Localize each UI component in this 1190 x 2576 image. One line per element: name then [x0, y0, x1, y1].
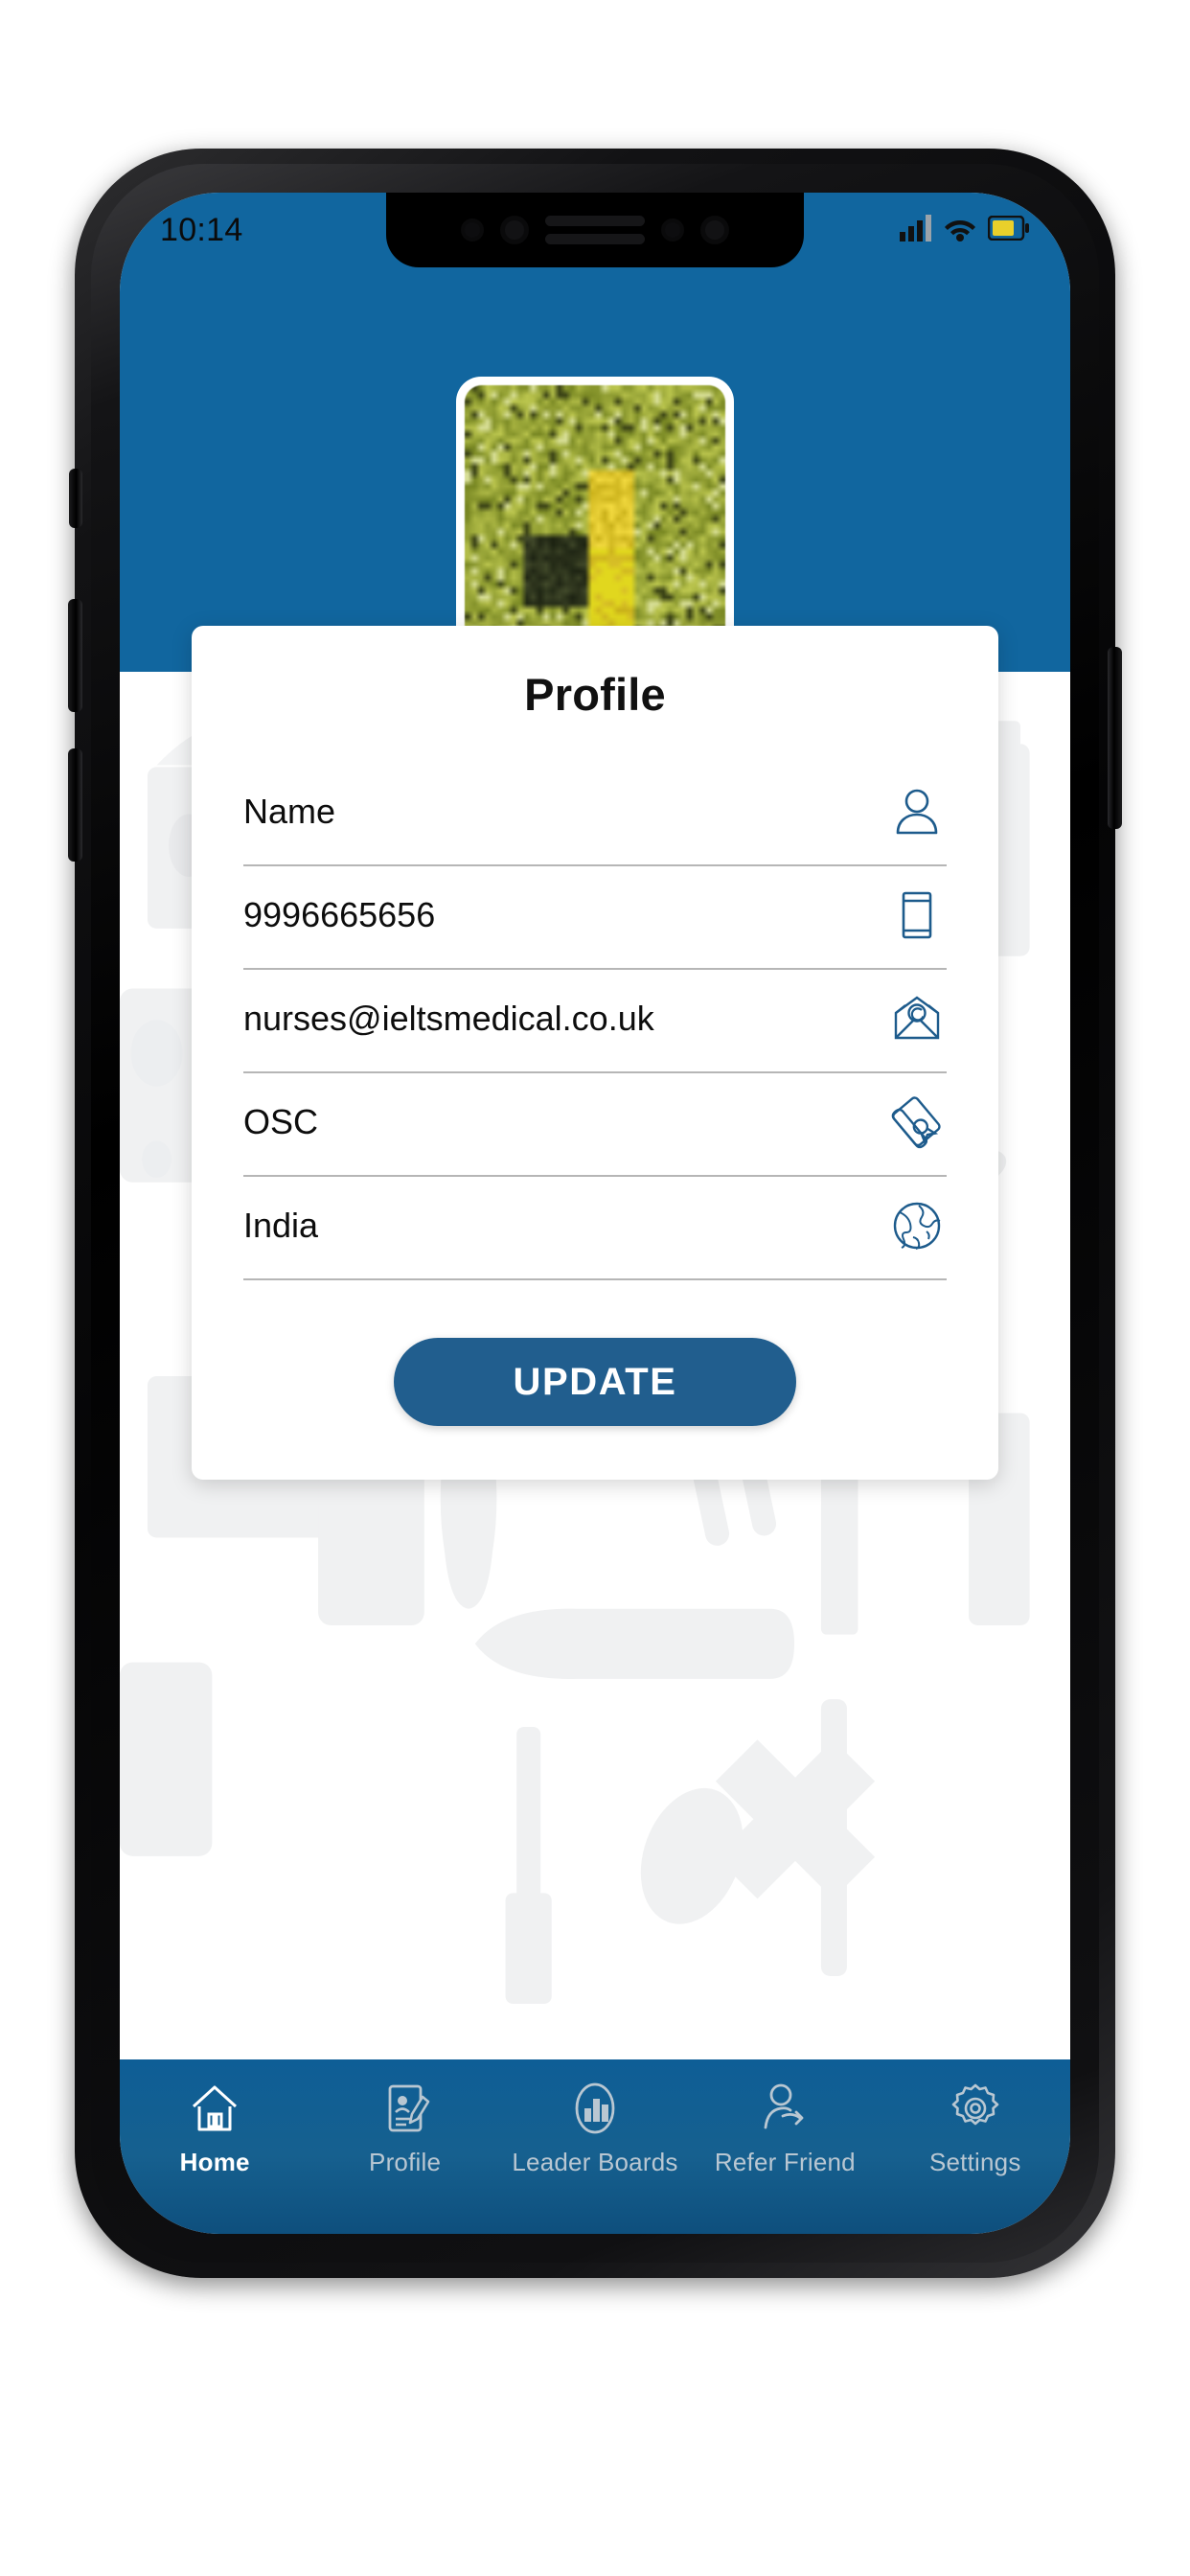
field-row-country[interactable]: India	[243, 1177, 947, 1280]
device-notch	[386, 193, 804, 267]
field-row-course[interactable]: OSC	[243, 1073, 947, 1177]
silent-switch-button[interactable]	[69, 469, 82, 528]
cellular-signal-icon	[900, 214, 932, 246]
status-bar-indicators	[900, 214, 1030, 246]
avatar[interactable]	[456, 377, 734, 655]
nav-label-home: Home	[179, 2148, 250, 2176]
bottom-navigation-bar: Home Profile Leader Boards Refer Friend …	[120, 2059, 1070, 2234]
proximity-sensor-icon	[461, 218, 484, 242]
field-row-name[interactable]: Name	[243, 763, 947, 866]
nav-label-profile: Profile	[369, 2148, 442, 2176]
refer-friend-icon	[758, 2081, 812, 2136]
front-camera-icon	[500, 216, 529, 244]
phone-bezel: 10:14 Profile Name 9996665656 nurses@iel…	[91, 164, 1099, 2263]
mobile-phone-icon	[887, 886, 947, 945]
nav-label-settings: Settings	[928, 2148, 1021, 2176]
profile-photo[interactable]	[465, 385, 725, 646]
battery-icon	[987, 215, 1030, 245]
earpiece-speaker	[545, 216, 645, 244]
globe-icon	[887, 1196, 947, 1255]
home-icon	[188, 2081, 241, 2136]
phone-screen-bed: 10:14 Profile Name 9996665656 nurses@iel…	[120, 193, 1070, 2234]
phone-device-frame: 10:14 Profile Name 9996665656 nurses@iel…	[68, 149, 1122, 2278]
nav-item-refer-friend[interactable]: Refer Friend	[690, 2081, 880, 2177]
update-button-container: UPDATE	[243, 1338, 947, 1426]
diploma-certificate-icon	[887, 1092, 947, 1152]
name-field-value[interactable]: Name	[243, 794, 335, 829]
nav-item-home[interactable]: Home	[120, 2081, 309, 2177]
nav-label-leader-boards: Leader Boards	[512, 2148, 678, 2176]
app-screen: 10:14 Profile Name 9996665656 nurses@iel…	[120, 193, 1070, 2234]
user-icon	[887, 782, 947, 841]
email-envelope-icon	[887, 989, 947, 1048]
field-row-phone[interactable]: 9996665656	[243, 866, 947, 970]
course-field-value[interactable]: OSC	[243, 1105, 318, 1139]
volume-up-button[interactable]	[68, 599, 82, 712]
email-field-value[interactable]: nurses@ieltsmedical.co.uk	[243, 1001, 654, 1036]
update-button[interactable]: UPDATE	[394, 1338, 796, 1426]
bar-chart-icon	[568, 2081, 622, 2136]
screenshot-stage: 10:14 Profile Name 9996665656 nurses@iel…	[0, 0, 1190, 2576]
country-field-value[interactable]: India	[243, 1208, 318, 1243]
status-bar-clock: 10:14	[160, 211, 243, 248]
ambient-sensor-icon	[661, 218, 684, 242]
nav-item-leader-boards[interactable]: Leader Boards	[500, 2081, 690, 2177]
page-title: Profile	[524, 669, 666, 720]
profile-card: Profile Name 9996665656 nurses@ieltsmedi…	[192, 626, 998, 1480]
nav-item-settings[interactable]: Settings	[881, 2081, 1070, 2177]
power-button[interactable]	[1108, 647, 1122, 829]
field-row-email[interactable]: nurses@ieltsmedical.co.uk	[243, 970, 947, 1073]
face-id-dot-projector-icon	[700, 216, 729, 244]
wifi-icon	[944, 215, 976, 246]
nav-label-refer-friend: Refer Friend	[714, 2148, 856, 2176]
nav-item-profile[interactable]: Profile	[309, 2081, 499, 2177]
volume-down-button[interactable]	[68, 748, 82, 862]
phone-field-value[interactable]: 9996665656	[243, 898, 435, 932]
profile-card-icon	[378, 2081, 432, 2136]
gear-icon	[949, 2081, 1002, 2136]
